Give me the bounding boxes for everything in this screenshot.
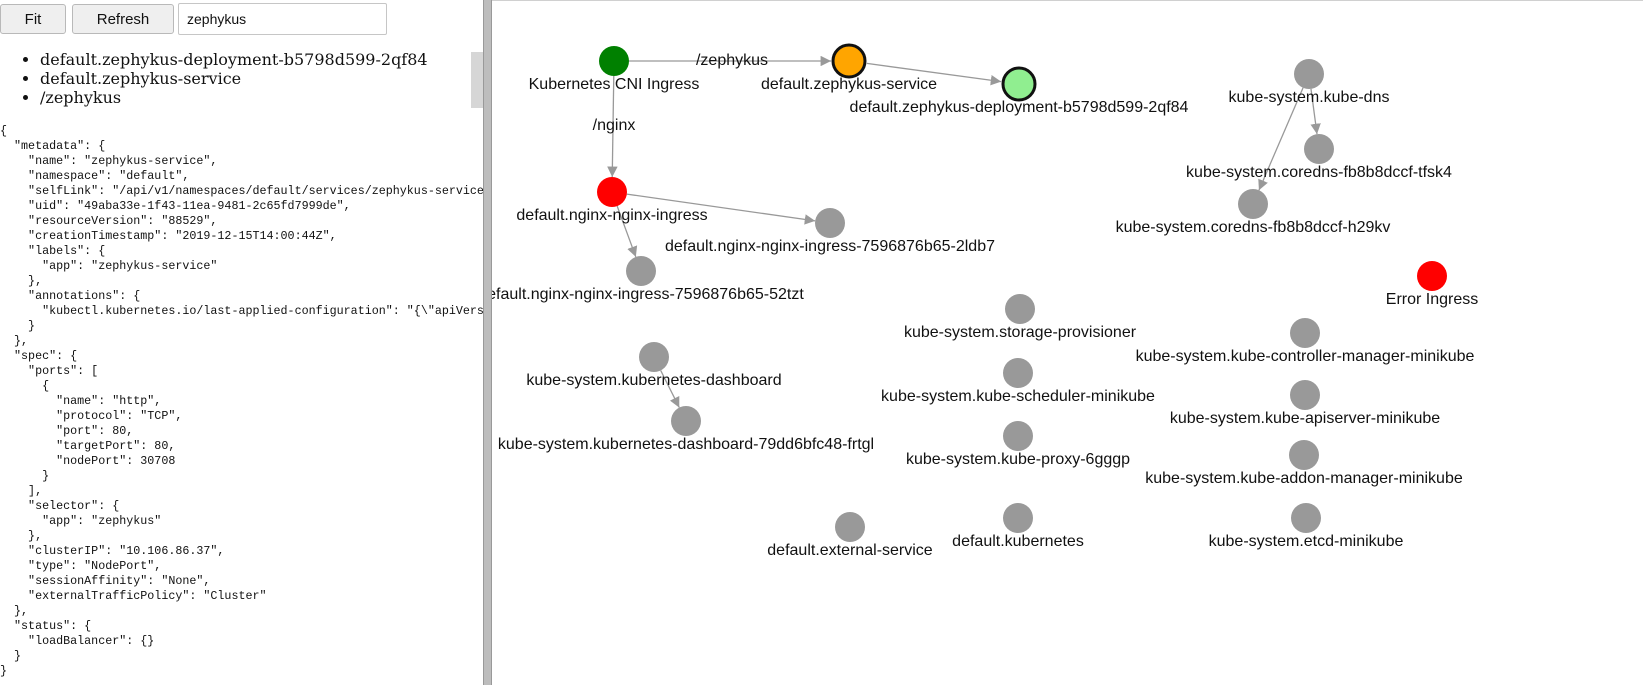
node-circle[interactable] xyxy=(1291,503,1321,533)
graph-node[interactable]: kube-system.kube-dns xyxy=(1229,59,1390,106)
list-item[interactable]: default.zephykus-deployment-b5798d599-2q… xyxy=(40,50,470,69)
node-circle[interactable] xyxy=(1289,440,1319,470)
graph-node[interactable]: kube-system.etcd-minikube xyxy=(1209,503,1404,550)
node-label: Error Ingress xyxy=(1386,291,1478,308)
node-label: kube-system.etcd-minikube xyxy=(1209,533,1404,550)
node-circle[interactable] xyxy=(835,512,865,542)
graph-node[interactable]: default.external-service xyxy=(767,512,933,559)
graph-node[interactable]: kube-system.coredns-fb8b8dccf-h29kv xyxy=(1116,189,1391,236)
node-circle[interactable] xyxy=(599,46,629,76)
node-label: kube-system.kube-addon-manager-minikube xyxy=(1145,470,1463,487)
list-item[interactable]: /zephykus xyxy=(40,88,470,107)
graph-node[interactable]: kube-system.kube-addon-manager-minikube xyxy=(1145,440,1463,487)
details-panel: Fit Refresh default.zephykus-deployment-… xyxy=(0,0,483,685)
node-circle[interactable] xyxy=(1003,358,1033,388)
node-label: kube-system.kube-apiserver-minikube xyxy=(1170,410,1440,427)
graph-node[interactable]: kube-system.kubernetes-dashboard xyxy=(526,342,782,389)
json-details: { "metadata": { "name": "zephykus-servic… xyxy=(0,124,483,678)
node-label: kube-system.kubernetes-dashboard xyxy=(526,372,781,389)
node-circle[interactable] xyxy=(1001,66,1037,102)
list-scrollbar[interactable] xyxy=(471,52,483,108)
node-label: kube-system.kube-proxy-6gggp xyxy=(906,451,1130,468)
edge-label: /nginx xyxy=(593,117,636,134)
graph-node[interactable]: default.kubernetes xyxy=(952,503,1084,550)
panel-splitter[interactable] xyxy=(483,0,492,685)
graph-node[interactable]: kube-system.kube-proxy-6gggp xyxy=(906,421,1130,468)
graph-node[interactable]: kube-system.kube-controller-manager-mini… xyxy=(1136,318,1475,365)
node-label: kube-system.kube-scheduler-minikube xyxy=(881,388,1155,405)
node-label: Kubernetes CNI Ingress xyxy=(529,76,700,93)
node-circle[interactable] xyxy=(815,208,845,238)
search-input[interactable] xyxy=(178,3,387,35)
node-circle[interactable] xyxy=(1005,294,1035,324)
graph-node[interactable]: kube-system.kubernetes-dashboard-79dd6bf… xyxy=(498,406,874,453)
node-label: default.kubernetes xyxy=(952,533,1084,550)
graph-node[interactable]: Error Ingress xyxy=(1386,261,1478,308)
node-label: kube-system.kubernetes-dashboard-79dd6bf… xyxy=(498,436,874,453)
node-label: kube-system.kube-dns xyxy=(1229,89,1390,106)
node-label: kube-system.coredns-fb8b8dccf-tfsk4 xyxy=(1186,164,1452,181)
graph-node[interactable]: default.nginx-nginx-ingress xyxy=(516,177,708,224)
node-circle[interactable] xyxy=(1304,134,1334,164)
node-label: default.nginx-nginx-ingress-7596876b65-5… xyxy=(492,286,804,303)
node-circle[interactable] xyxy=(1294,59,1324,89)
node-circle[interactable] xyxy=(1003,503,1033,533)
edge-label: /zephykus xyxy=(696,52,768,69)
node-label: default.zephykus-service xyxy=(761,76,937,93)
node-label: default.zephykus-deployment-b5798d599-2q… xyxy=(850,99,1189,116)
node-label: default.nginx-nginx-ingress-7596876b65-2… xyxy=(665,238,995,255)
selected-items-list: default.zephykus-deployment-b5798d599-2q… xyxy=(0,50,470,110)
node-circle[interactable] xyxy=(1238,189,1268,219)
fit-button[interactable]: Fit xyxy=(0,4,66,34)
node-circle[interactable] xyxy=(626,256,656,286)
node-label: default.nginx-nginx-ingress xyxy=(516,207,707,224)
node-circle[interactable] xyxy=(1417,261,1447,291)
node-circle[interactable] xyxy=(671,406,701,436)
network-graph[interactable]: /zephykus/nginx Kubernetes CNI Ingress de… xyxy=(492,0,1643,685)
graph-node[interactable]: kube-system.coredns-fb8b8dccf-tfsk4 xyxy=(1186,134,1452,181)
list-item[interactable]: default.zephykus-service xyxy=(40,69,470,88)
graph-node[interactable]: kube-system.kube-scheduler-minikube xyxy=(881,358,1155,405)
graph-node[interactable]: Kubernetes CNI Ingress xyxy=(529,46,700,93)
node-label: default.external-service xyxy=(767,542,933,559)
refresh-button[interactable]: Refresh xyxy=(72,4,174,34)
node-circle[interactable] xyxy=(639,342,669,372)
graph-node[interactable]: default.nginx-nginx-ingress-7596876b65-2… xyxy=(665,208,995,255)
graph-node[interactable]: default.nginx-nginx-ingress-7596876b65-5… xyxy=(492,256,804,303)
node-circle[interactable] xyxy=(1290,380,1320,410)
node-circle[interactable] xyxy=(597,177,627,207)
graph-node[interactable]: kube-system.storage-provisioner xyxy=(904,294,1137,341)
node-label: kube-system.storage-provisioner xyxy=(904,324,1137,341)
node-circle[interactable] xyxy=(831,43,867,79)
node-circle[interactable] xyxy=(1290,318,1320,348)
node-label: kube-system.coredns-fb8b8dccf-h29kv xyxy=(1116,219,1391,236)
node-circle[interactable] xyxy=(1003,421,1033,451)
node-label: kube-system.kube-controller-manager-mini… xyxy=(1136,348,1475,365)
graph-node[interactable]: kube-system.kube-apiserver-minikube xyxy=(1170,380,1440,427)
